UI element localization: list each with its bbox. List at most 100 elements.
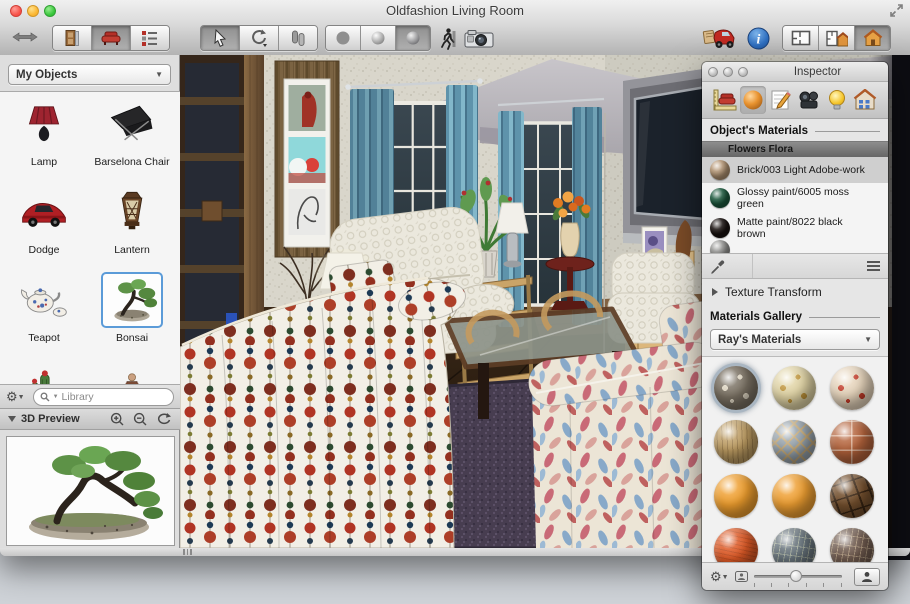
inspector-titlebar[interactable]: Inspector [702, 62, 888, 82]
tab-lighting[interactable] [824, 86, 850, 114]
library-object-teapot[interactable]: Teapot [0, 272, 88, 360]
select-tool[interactable] [201, 26, 240, 50]
camera-icon [464, 29, 494, 49]
material-swatch-floral-1[interactable] [772, 366, 816, 410]
shaded-mode[interactable] [361, 26, 396, 50]
object-label: Lamp [31, 156, 57, 168]
person-icon [861, 571, 873, 583]
expand-sidebar-button[interactable] [12, 30, 38, 44]
fullscreen-arrows-icon[interactable] [890, 4, 903, 17]
material-row[interactable]: Matte paint/8022 black brown [702, 213, 888, 243]
material-swatch-streak-3[interactable] [714, 420, 758, 464]
material-sphere-icon [710, 160, 730, 180]
material-swatch-plain-7[interactable] [772, 474, 816, 518]
gear-menu-button[interactable]: ⚙▼ [6, 390, 25, 403]
resize-grip[interactable] [183, 549, 192, 555]
figurine-icon [101, 360, 163, 385]
building-elements-tab[interactable] [53, 26, 92, 50]
textured-sphere-icon [405, 30, 421, 46]
chevron-down-icon: ▼ [155, 70, 163, 79]
eyedropper-icon[interactable] [710, 258, 726, 275]
material-sphere-icon [710, 188, 730, 208]
window-chrome: Oldfashion Living Room [0, 0, 910, 56]
walk-person-icon [440, 28, 456, 50]
lantern-icon [101, 184, 163, 240]
textured-mode[interactable] [396, 26, 430, 50]
wall-art-panel[interactable] [275, 61, 339, 257]
camera-snapshot-button[interactable] [464, 29, 494, 49]
rotate-icon [249, 28, 269, 48]
walkthrough-button[interactable] [440, 28, 456, 50]
texture-transform-row[interactable]: Texture Transform [702, 279, 888, 305]
preview-header: 3D Preview [0, 408, 180, 430]
view-3d-tab[interactable] [855, 26, 890, 50]
material-swatch-floral-0[interactable] [714, 366, 758, 410]
moving-truck-icon [700, 25, 740, 51]
toolbar: i [0, 21, 910, 55]
library-object-lantern[interactable]: Lantern [88, 184, 176, 272]
material-sphere-icon [710, 240, 730, 254]
rotate-preview-icon[interactable] [156, 412, 172, 426]
library-object-cactus[interactable] [0, 360, 88, 385]
pan-tool[interactable] [279, 26, 317, 50]
material-name: Glossy paint/6005 moss green [737, 186, 869, 210]
library-object-barselona-chair[interactable]: Barselona Chair [88, 96, 176, 184]
library-object-dodge[interactable]: Dodge [0, 184, 88, 272]
tab-camera[interactable] [796, 86, 822, 114]
preview-person-button[interactable] [854, 568, 880, 586]
library-object-bonsai[interactable]: Bonsai [88, 272, 176, 360]
split-view-icon [826, 30, 848, 47]
object-label: Dodge [29, 244, 60, 256]
flat-circle-icon [335, 30, 351, 46]
material-row[interactable] [702, 243, 888, 254]
project-tree-tab[interactable] [131, 26, 169, 50]
search-icon [40, 392, 50, 402]
tab-materials[interactable] [740, 86, 766, 114]
disclosure-triangle-icon[interactable] [8, 416, 16, 422]
materials-list: Brick/003 Light Adobe-work Glossy paint/6… [702, 157, 888, 254]
zoom-in-icon[interactable] [110, 412, 125, 427]
furniture-tab[interactable] [92, 26, 131, 50]
gallery-gear-button[interactable]: ⚙▼ [710, 570, 729, 583]
zoom-out-icon[interactable] [133, 412, 148, 427]
material-swatch-cracked-8[interactable] [830, 474, 874, 518]
light-bulb-icon [827, 89, 847, 111]
preview-3d-box[interactable] [6, 436, 175, 546]
svg-text:i: i [757, 33, 761, 48]
flat-shading-mode[interactable] [326, 26, 361, 50]
materials-sphere-icon [742, 89, 764, 111]
slider-thumb[interactable] [790, 570, 802, 582]
split-view-tab[interactable] [819, 26, 855, 50]
material-swatch-floral-2[interactable] [830, 366, 874, 410]
category-dropdown[interactable]: My Objects ▼ [8, 64, 171, 85]
inspector-title: Inspector [708, 66, 882, 78]
framed-picture-2 [289, 137, 326, 183]
plan-2d-view-tab[interactable] [783, 26, 819, 50]
teapot-icon [13, 272, 75, 328]
library-search-input[interactable]: ▼ Library [33, 388, 174, 406]
move-objects-button[interactable] [700, 25, 740, 51]
library-object-lamp[interactable]: Lamp [0, 96, 88, 184]
info-button[interactable]: i [747, 27, 770, 50]
material-row[interactable]: Glossy paint/6005 moss green [702, 183, 888, 213]
tab-object-dimensions[interactable] [712, 86, 738, 114]
material-swatch-tile-5[interactable] [830, 420, 874, 464]
pan-icon [289, 29, 307, 47]
preview-title: 3D Preview [21, 413, 80, 425]
materials-gallery-grid [702, 356, 888, 581]
rotate-tool[interactable] [240, 26, 279, 50]
tab-notes[interactable] [768, 86, 794, 114]
notes-pencil-icon [770, 89, 792, 111]
search-placeholder: Library [62, 391, 94, 403]
materials-collection-dropdown[interactable]: Ray's Materials ▼ [710, 329, 880, 350]
hamburger-menu-icon[interactable] [867, 261, 880, 271]
floor-plan-icon [791, 30, 811, 46]
materials-group-header[interactable]: Flowers Flora [702, 141, 888, 157]
swatch-size-slider[interactable] [754, 575, 842, 578]
material-swatch-argyle-4[interactable] [772, 420, 816, 464]
tab-building[interactable] [852, 86, 878, 114]
material-row[interactable]: Brick/003 Light Adobe-work [702, 157, 888, 183]
material-swatch-plain-6[interactable] [714, 474, 758, 518]
library-object-figurine[interactable] [88, 360, 176, 385]
titlebar[interactable]: Oldfashion Living Room [0, 0, 910, 21]
